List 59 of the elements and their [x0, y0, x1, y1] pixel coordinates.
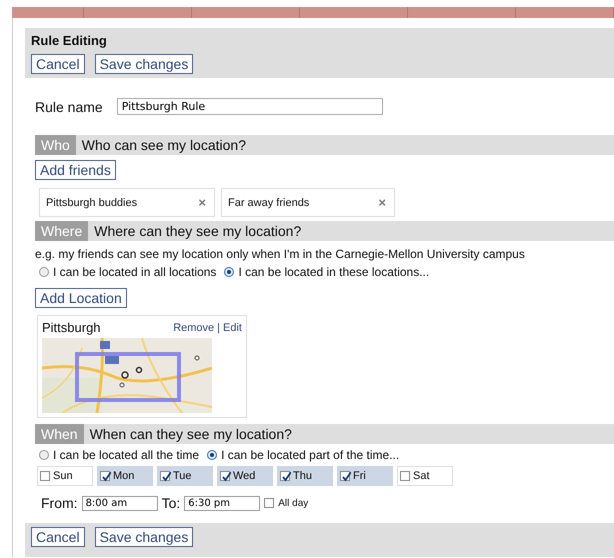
group-name: Pittsburgh buddies — [46, 196, 138, 208]
save-button[interactable]: Save changes — [94, 527, 194, 547]
radio-label: I can be located all the time — [53, 448, 200, 462]
day-label: Thu — [293, 470, 312, 482]
radio-button[interactable] — [207, 450, 218, 460]
checkbox[interactable] — [340, 471, 350, 481]
checkbox[interactable] — [280, 471, 290, 481]
section-tag: Where — [35, 221, 88, 241]
from-label: From: — [41, 495, 78, 511]
day-option[interactable]: Sat — [397, 466, 453, 486]
day-option[interactable]: Sun — [37, 466, 93, 486]
cancel-button[interactable]: Cancel — [31, 54, 85, 74]
radio-label: I can be located in these locations... — [238, 265, 430, 279]
to-time-field[interactable]: 6:30 pm — [184, 496, 260, 510]
day-option[interactable]: Wed — [217, 466, 273, 486]
page-title: Rule Editing — [31, 33, 107, 48]
checkbox[interactable] — [160, 471, 170, 481]
radio-label: I can be located part of the time... — [221, 448, 400, 462]
day-option[interactable]: Fri — [337, 466, 393, 486]
rule-name-label: Rule name — [35, 98, 103, 114]
radio-button[interactable] — [39, 267, 49, 277]
day-label: Sat — [413, 470, 430, 482]
checkbox[interactable] — [100, 471, 110, 481]
day-label: Tue — [173, 470, 192, 482]
remove-button[interactable]: × — [198, 195, 206, 210]
section-question: Where can they see my location? — [93, 222, 302, 241]
group-name: Far away friends — [228, 196, 310, 208]
rule-name-field[interactable]: Pittsburgh Rule — [116, 98, 383, 115]
checkbox[interactable] — [400, 471, 410, 481]
section-tag: Who — [35, 135, 76, 155]
day-option[interactable]: Mon — [97, 466, 153, 486]
location-name: Pittsburgh — [42, 320, 101, 335]
edit-link[interactable]: Edit — [223, 322, 242, 334]
day-label: Wed — [233, 470, 256, 482]
section-question: Who can see my location? — [80, 136, 247, 155]
checkbox[interactable] — [40, 471, 50, 481]
day-label: Mon — [113, 470, 134, 482]
section-question: When can they see my location? — [88, 425, 293, 444]
checkbox[interactable] — [220, 471, 230, 481]
remove-link[interactable]: Remove — [173, 322, 214, 334]
remove-button[interactable]: × — [378, 195, 386, 210]
to-label: To: — [162, 495, 180, 511]
radio-button[interactable] — [224, 267, 234, 277]
radio-label: I can be located in all locations — [53, 265, 216, 279]
add-location-button[interactable]: Add Location — [35, 288, 127, 308]
save-button[interactable]: Save changes — [94, 54, 194, 74]
checkbox[interactable] — [264, 498, 274, 508]
add-friends-button[interactable]: Add friends — [35, 160, 116, 180]
all-day-label: All day — [278, 498, 308, 508]
example-text: e.g. my friends can see my location only when I'm in the Carnegie-Mellon University campus — [35, 247, 526, 261]
day-label: Fri — [353, 470, 366, 482]
radio-button[interactable] — [39, 450, 49, 460]
link-separator: | — [217, 322, 220, 334]
day-option[interactable]: Thu — [277, 466, 333, 486]
day-label: Sun — [53, 470, 73, 482]
section-tag: When — [35, 424, 84, 444]
day-option[interactable]: Tue — [157, 466, 213, 486]
cancel-button[interactable]: Cancel — [31, 527, 85, 547]
from-time-field[interactable]: 8:00 am — [82, 496, 158, 510]
